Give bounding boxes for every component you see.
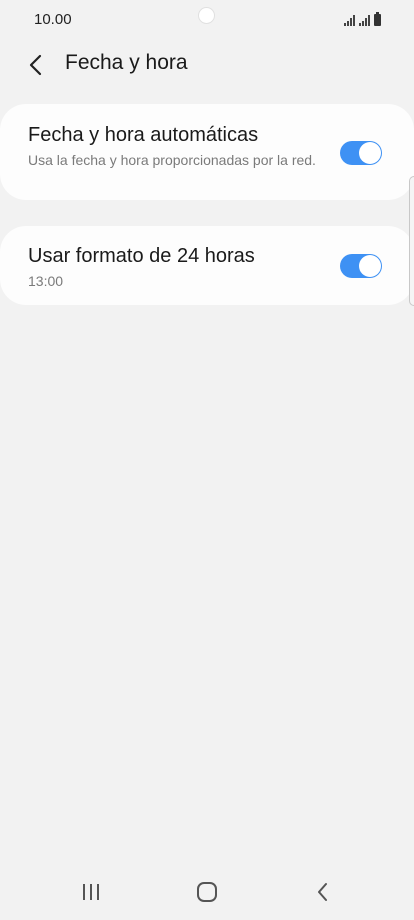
toggle-knob xyxy=(359,142,381,164)
setting-title: Usar formato de 24 horas xyxy=(28,245,255,267)
status-icons xyxy=(344,12,381,26)
recents-icon xyxy=(83,884,99,900)
battery-icon xyxy=(374,12,381,26)
setting-subtitle: Usa la fecha y hora proporcionadas por l… xyxy=(28,152,316,168)
home-button[interactable] xyxy=(185,876,229,908)
status-bar: 10.00 xyxy=(0,0,414,40)
home-icon xyxy=(197,882,217,902)
auto-date-time-toggle[interactable] xyxy=(340,141,382,165)
nav-back-button[interactable] xyxy=(301,876,345,908)
setting-title: Fecha y hora automáticas xyxy=(28,124,259,146)
signal-icon xyxy=(344,14,355,26)
24-hour-format-toggle[interactable] xyxy=(340,254,382,278)
back-button[interactable] xyxy=(20,50,52,80)
signal-icon xyxy=(359,14,370,26)
scrollbar[interactable] xyxy=(409,176,414,306)
camera-cutout xyxy=(199,8,214,23)
header: Fecha y hora xyxy=(0,40,414,88)
toggle-knob xyxy=(359,255,381,277)
back-icon xyxy=(318,883,327,901)
status-time: 10.00 xyxy=(34,11,72,28)
recents-button[interactable] xyxy=(69,876,113,908)
back-arrow-icon xyxy=(29,54,42,76)
setting-24-hour-format[interactable]: Usar formato de 24 horas 13:00 xyxy=(0,226,414,305)
navigation-bar xyxy=(0,864,414,920)
setting-subtitle: 13:00 xyxy=(28,273,64,289)
page-title: Fecha y hora xyxy=(65,51,188,74)
setting-auto-date-time[interactable]: Fecha y hora automáticas Usa la fecha y … xyxy=(0,104,414,200)
